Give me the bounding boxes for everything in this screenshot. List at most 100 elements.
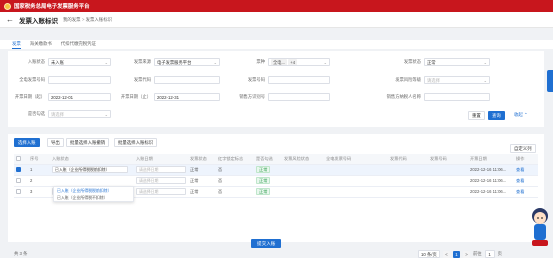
chevron-down-icon: ⌄ <box>323 59 327 65</box>
breadcrumb: ← 发票入账标识 我的发票 > 发票入账标识 <box>0 12 553 28</box>
tab-withholding[interactable]: 代扣代缴完税凭证 <box>61 40 96 49</box>
label-risk-level: 发票风险等级 <box>395 76 421 82</box>
row-code <box>388 175 428 187</box>
date-from-picker[interactable]: 2022-12-01 <box>48 92 111 101</box>
submit-entry-button[interactable]: 提交入账 <box>251 239 282 248</box>
chevron-down-icon: ⌄ <box>104 111 108 117</box>
seller-name-input[interactable] <box>424 92 490 101</box>
page-size-value: 10 条/页 <box>421 252 437 257</box>
pagination: 10 条/页 < 1 > 前往 1 页 <box>418 250 502 258</box>
filter-form: 入账状态 未入账 ⌄ 发票来源 电子发票服务平台 ⌄ 票种 全电... +4 ⌄ 发票状… <box>8 51 544 127</box>
breadcrumb-path: 我的发票 > 发票入账标识 <box>63 17 112 23</box>
full-invoice-no-input[interactable] <box>48 75 111 84</box>
goto-page-value: 1 <box>488 252 491 257</box>
invoice-source-value: 电子发票服务平台 <box>157 59 192 65</box>
app-title: 国家税务总局电子发票服务平台 <box>14 4 90 10</box>
ticket-type-select[interactable]: 全电... +4 ⌄ <box>268 57 330 66</box>
breadcrumb-current: 发票入账标识 <box>85 16 112 22</box>
col-invoice-code: 发票代码 <box>388 154 428 165</box>
row-index: 1 <box>28 164 50 176</box>
side-float-tab[interactable] <box>547 70 553 92</box>
field-invoice-source: 发票来源 电子发票服务平台 ⌄ <box>114 57 220 66</box>
risk-level-placeholder: 请选择 <box>427 77 440 83</box>
row-risk <box>282 164 324 176</box>
entry-status-value: 未入账 <box>51 59 64 65</box>
row-invoice-status: 正常 <box>188 175 216 187</box>
tab-bar: 发票 海关缴款书 代扣代缴完税凭证 <box>0 40 553 49</box>
row-view-link[interactable]: 查看 <box>514 164 538 176</box>
invoice-status-value: 正常 <box>427 59 436 65</box>
search-button[interactable]: 查询 <box>488 111 505 120</box>
row-checked-cell: 正常 <box>254 175 282 187</box>
label-entry-status: 入账状态 <box>27 58 45 64</box>
row-invoice-status: 正常 <box>188 164 216 176</box>
row-checkbox[interactable] <box>16 178 21 184</box>
page-size-select[interactable]: 10 条/页 <box>418 250 440 258</box>
tab-customs[interactable]: 海关缴款书 <box>30 40 52 49</box>
invoice-no-input[interactable] <box>268 75 330 84</box>
entry-status-dropdown: 已入账（企业所得税税前扣除） 已入账（企业所得税不扣除） <box>53 186 134 202</box>
label-date-from: 开票日期（起） <box>14 93 45 99</box>
row-red-lock: 否 <box>216 175 254 187</box>
field-invoice-no: 发票号码 <box>228 75 330 84</box>
col-index: 序号 <box>28 154 50 165</box>
breadcrumb-separator: > <box>81 16 85 22</box>
ticket-type-chip: 全电... <box>271 58 288 65</box>
label-ticket-type: 票种 <box>256 58 265 64</box>
batch-cancel-button[interactable]: 批量选择入账撤销 <box>66 138 110 147</box>
row-date-picker[interactable]: 请选择日期 <box>136 177 186 184</box>
risk-level-select[interactable]: 请选择 ⌄ <box>424 75 490 84</box>
export-button[interactable]: 导出 <box>47 138 64 147</box>
label-invoice-source: 发票来源 <box>133 58 151 64</box>
table-row: 2 请选择日期 正常 否 正常 2022-12-16 11:06... 查看 <box>14 175 538 187</box>
row-index: 3 <box>28 186 50 198</box>
row-check-cell <box>14 186 28 198</box>
row-entry-cell: 已入账（企业所得税税前扣除） <box>50 164 134 176</box>
row-full-no <box>324 164 388 176</box>
col-open-date: 开票日期 <box>468 154 514 165</box>
back-arrow-icon[interactable]: ← <box>6 15 14 24</box>
invoice-status-select[interactable]: 正常 ⌄ <box>424 57 490 66</box>
batch-entry-button[interactable]: 选择入账 <box>14 138 40 147</box>
seller-tax-no-input[interactable] <box>268 92 330 101</box>
row-checkbox[interactable] <box>16 167 21 173</box>
field-is-selected: 是否勾选 请选择 ⌄ <box>8 109 111 118</box>
row-entry-select[interactable]: 已入账（企业所得税税前扣除） <box>52 166 128 173</box>
invoice-source-select[interactable]: 电子发票服务平台 ⌄ <box>154 57 220 66</box>
field-risk-level: 发票风险等级 请选择 ⌄ <box>384 75 490 84</box>
goto-page-input[interactable]: 1 <box>484 250 495 258</box>
row-checkbox[interactable] <box>16 189 21 195</box>
row-view-link[interactable]: 查看 <box>514 175 538 187</box>
reset-button[interactable]: 重置 <box>468 111 485 120</box>
select-all-checkbox[interactable] <box>16 156 21 162</box>
row-date-picker[interactable]: 请选择日期 <box>136 188 186 195</box>
tax-emblem-icon <box>4 2 11 10</box>
invoice-code-input[interactable] <box>154 75 220 84</box>
field-invoice-status: 发票状态 正常 ⌄ <box>384 57 490 66</box>
row-view-link[interactable]: 查看 <box>514 186 538 198</box>
is-selected-select[interactable]: 请选择 ⌄ <box>48 109 111 118</box>
date-from-value: 2022-12-01 <box>51 94 73 100</box>
tab-invoice[interactable]: 发票 <box>12 40 21 49</box>
label-invoice-status: 发票状态 <box>403 58 421 64</box>
row-no <box>428 175 468 187</box>
chevron-down-icon: ⌄ <box>483 59 487 65</box>
entry-status-select[interactable]: 未入账 ⌄ <box>48 57 111 66</box>
collapse-button[interactable]: 收起 ⌃ <box>511 111 531 120</box>
label-invoice-no: 发票号码 <box>247 76 265 82</box>
date-to-picker[interactable]: 2022-12-31 <box>154 92 220 101</box>
field-ticket-type: 票种 全电... +4 ⌄ <box>228 57 330 66</box>
row-red-lock: 否 <box>216 164 254 176</box>
row-open-date: 2022-12-16 11:06... <box>468 164 514 176</box>
custom-columns-button[interactable]: 自定义列 <box>510 144 536 153</box>
label-is-selected: 是否勾选 <box>27 110 45 116</box>
row-risk <box>282 175 324 187</box>
dropdown-option-deduct[interactable]: 已入账（企业所得税税前扣除） <box>54 187 133 194</box>
label-invoice-code: 发票代码 <box>133 76 151 82</box>
row-date-picker[interactable]: 请选择日期 <box>136 166 186 173</box>
assistant-mascot-icon[interactable] <box>530 206 550 248</box>
row-risk <box>282 186 324 198</box>
breadcrumb-link-invoices[interactable]: 我的发票 <box>63 17 81 22</box>
batch-mark-button[interactable]: 批量选择入账标识 <box>114 138 158 147</box>
dropdown-option-no-deduct[interactable]: 已入账（企业所得税不扣除） <box>54 194 133 201</box>
